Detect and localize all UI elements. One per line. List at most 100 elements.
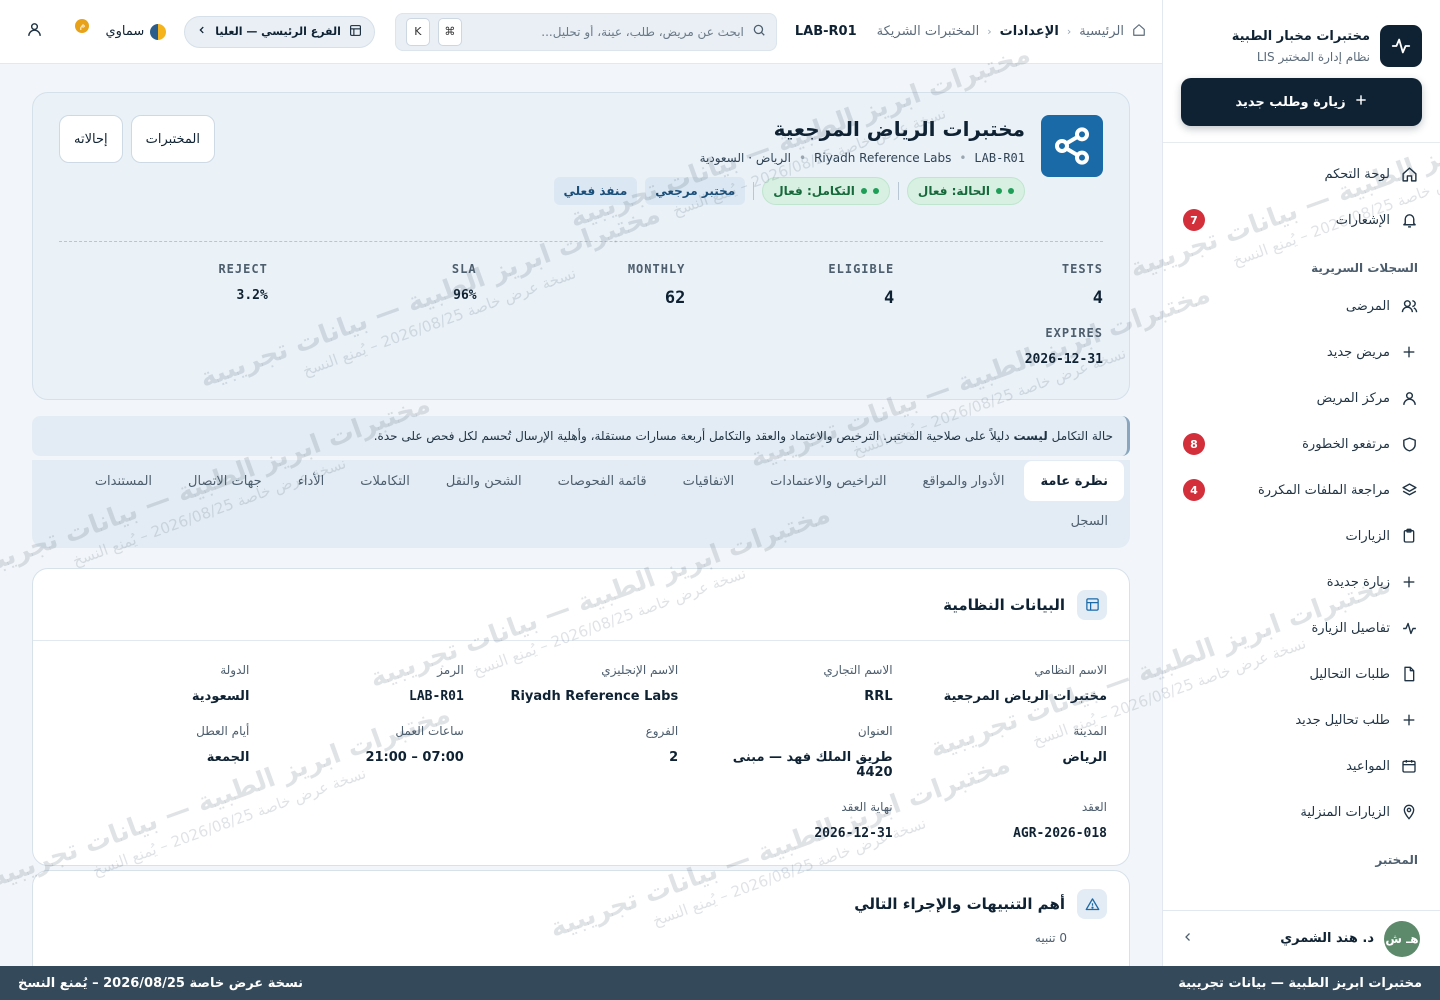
high-risk-badge: 8 — [1183, 433, 1205, 455]
referrals-button[interactable]: إحالاته — [59, 115, 123, 163]
sidebar-item-label: تفاصيل الزيارة — [1311, 620, 1390, 636]
sidebar-item-notifications[interactable]: الإشعارات 7 — [1163, 197, 1440, 243]
field-holidays: أيام العطل الجمعة — [196, 724, 250, 765]
tabs: نظرة عامة الأدوار والمواقع التراخيص والا… — [32, 460, 1130, 548]
alerts-card: أهم التنبيهات والإجراء التالي 0 تنبيه — [32, 870, 1130, 966]
divider — [59, 241, 1103, 242]
lab-type-badge: مختبر مرجعي — [645, 177, 746, 205]
integration-notice: حالة التكامل ليست دليلاً على صلاحية المخ… — [32, 416, 1130, 456]
lab-location: الرياض · السعودية — [699, 151, 791, 165]
activity-icon — [1400, 619, 1418, 637]
tab-log[interactable]: السجل — [1055, 501, 1124, 541]
tab-overview[interactable]: نظرة عامة — [1024, 461, 1124, 501]
sidebar-item-visit-details[interactable]: تفاصيل الزيارة — [1163, 605, 1440, 651]
stats-grid: TESTS 4 ELIGIBLE 4 MONTHLY 62 SLA 96% RE… — [59, 262, 1103, 367]
sidebar-item-label: مريض جديد — [1326, 344, 1390, 360]
building-icon — [349, 24, 362, 40]
chevron-left-icon — [197, 25, 207, 38]
tab-contacts[interactable]: جهات الاتصال — [172, 461, 278, 501]
warning-icon — [1077, 889, 1107, 919]
field-city: المدينة الرياض — [1062, 724, 1107, 765]
stat-sla: SLA 96% — [451, 262, 477, 303]
field-address: العنوان طريق الملك فهد — مبنى 4420 — [732, 724, 893, 780]
sidebar-item-dashboard[interactable]: لوحة التحكم — [1163, 151, 1440, 197]
sidebar-item-appointments[interactable]: المواعيد — [1163, 743, 1440, 789]
sidebar-item-label: طلب تحاليل جديد — [1295, 712, 1390, 728]
avatar: هـ ش — [1384, 920, 1420, 957]
sidebar-item-label: مركز المريض — [1316, 390, 1390, 406]
sidebar-item-high-risk[interactable]: مرتفعو الخطورة 8 — [1163, 421, 1440, 467]
plus-icon — [1354, 93, 1368, 111]
profile-button[interactable] — [21, 19, 47, 45]
file-icon — [1400, 665, 1418, 683]
sidebar-item-new-patient[interactable]: مريض جديد — [1163, 329, 1440, 375]
tab-roles-locations[interactable]: الأدوار والمواقع — [907, 461, 1021, 501]
tab-test-list[interactable]: قائمة الفحوصات — [542, 461, 663, 501]
home-outline-icon — [1132, 23, 1146, 41]
sidebar-item-label: طلبات التحاليل — [1309, 666, 1390, 682]
status-chips: الحالة: فعال التكامل: فعال مختبر مرجعي م… — [59, 177, 1025, 205]
theme-selector[interactable]: سماوي — [105, 23, 167, 40]
stat-tests: TESTS 4 — [1061, 262, 1103, 308]
notifications-button[interactable]: م — [63, 18, 90, 45]
tab-documents[interactable]: المستندات — [79, 461, 168, 501]
tab-agreements[interactable]: الاتفاقيات — [667, 461, 751, 501]
branch-selector[interactable]: الفرع الرئيسي — العليا — [184, 15, 375, 48]
theme-label: سماوي — [105, 24, 145, 39]
field-english-name: الاسم الإنجليزي Riyadh Reference Labs — [510, 663, 679, 704]
tab-licenses[interactable]: التراخيص والاعتمادات — [754, 461, 902, 501]
integration-badge: التكامل: فعال — [762, 177, 890, 205]
labs-button[interactable]: المختبرات — [130, 115, 215, 163]
field-contract: العقد AGR-2026-018 — [1013, 800, 1107, 841]
branch-label: الفرع الرئيسي — العليا — [215, 25, 341, 38]
sidebar-item-home-visits[interactable]: الزيارات المنزلية — [1163, 789, 1440, 835]
map-pin-icon — [1400, 803, 1418, 821]
k-key: K — [405, 17, 430, 46]
alerts-count: 0 تنبيه — [1034, 931, 1067, 945]
demo-footer: مختبرات ابريز الطبية — بيانات تجريبية نس… — [0, 966, 1440, 1000]
tab-performance[interactable]: الأداء — [282, 461, 341, 501]
sidebar-item-label: الزيارات — [1345, 528, 1390, 544]
tab-integrations[interactable]: التكاملات — [344, 461, 426, 501]
card-title: البيانات النظامية — [943, 595, 1065, 614]
breadcrumb-settings[interactable]: الإعدادات — [1000, 24, 1059, 39]
sidebar-item-test-orders[interactable]: طلبات التحاليل — [1163, 651, 1440, 697]
user-menu[interactable]: هـ ش د. هند الشمري — [1163, 910, 1440, 966]
layers-icon — [1400, 481, 1418, 499]
sidebar-item-visits[interactable]: الزيارات — [1163, 513, 1440, 559]
lab-english-name: Riyadh Reference Labs — [814, 151, 952, 165]
new-visit-button[interactable]: زيارة وطلب جديد — [1181, 78, 1422, 126]
main-content: مختبرات الرياض المرجعية LAB-R01 • Riyadh… — [0, 64, 1162, 966]
field-legal-name: الاسم النظامي مختبرات الرياض المرجعية — [943, 663, 1107, 704]
sidebar: مختبرات مخبار الطبية نظام إدارة المختبر … — [1162, 0, 1440, 966]
breadcrumb-partner-labs[interactable]: المختبرات الشريكة — [877, 24, 980, 39]
user-name: د. هند الشمري — [1280, 931, 1374, 946]
sidebar-item-label: مراجعة الملفات المكررة — [1258, 482, 1390, 498]
field-code: الرمز LAB-R01 — [409, 663, 464, 704]
sidebar-item-new-test-order[interactable]: طلب تحاليل جديد — [1163, 697, 1440, 743]
stat-expires: EXPIRES 2026-12-31 — [1024, 326, 1103, 367]
breadcrumb: الرئيسية ‹ الإعدادات ‹ المختبرات الشريكة… — [795, 23, 1146, 41]
pulse-icon — [1380, 25, 1422, 67]
sidebar-item-duplicate-review[interactable]: مراجعة الملفات المكررة 4 — [1163, 467, 1440, 513]
user-icon — [26, 21, 43, 42]
notification-dot: م — [75, 18, 90, 33]
plus-icon — [1400, 711, 1418, 729]
tab-shipping[interactable]: الشحن والنقل — [430, 461, 538, 501]
sidebar-item-label: الزيارات المنزلية — [1300, 804, 1390, 820]
breadcrumb-home[interactable]: الرئيسية — [1079, 24, 1124, 39]
users-icon — [1400, 297, 1418, 315]
stat-monthly: MONTHLY 62 — [627, 262, 686, 308]
sidebar-item-label: زيارة جديدة — [1326, 574, 1390, 590]
sidebar-item-patients[interactable]: المرضى — [1163, 283, 1440, 329]
sidebar-item-new-visit[interactable]: زيارة جديدة — [1163, 559, 1440, 605]
chevron-left-icon — [1182, 931, 1194, 947]
field-contract-end: نهاية العقد 2026-12-31 — [814, 800, 893, 841]
sidebar-item-patient-center[interactable]: مركز المريض — [1163, 375, 1440, 421]
search-input[interactable] — [469, 24, 744, 39]
field-branches: الفروع 2 — [645, 724, 679, 765]
status-badge: الحالة: فعال — [906, 177, 1025, 205]
card-title: أهم التنبيهات والإجراء التالي — [854, 895, 1065, 913]
search-box[interactable]: ⌘ K — [394, 12, 777, 51]
field-country: الدولة السعودية — [191, 663, 250, 704]
